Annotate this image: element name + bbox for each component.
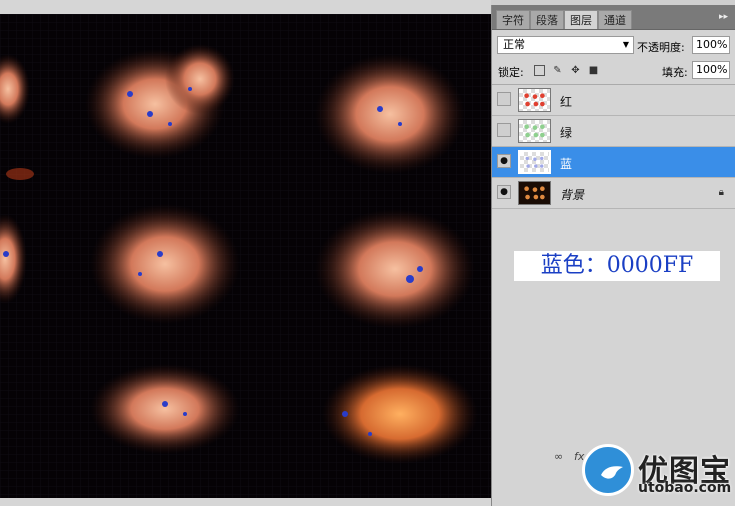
eye-icon[interactable]: ● bbox=[497, 154, 511, 168]
canvas-bottom-strip bbox=[0, 498, 514, 506]
flame bbox=[315, 54, 465, 174]
thumbnail-art bbox=[525, 156, 544, 168]
tab-character[interactable]: 字符 bbox=[496, 10, 530, 29]
blue-pixel bbox=[138, 272, 142, 276]
bird-icon bbox=[601, 466, 623, 479]
blue-pixel bbox=[188, 87, 192, 91]
visibility-toggle[interactable] bbox=[497, 123, 511, 137]
dropdown-arrow-icon: ▼ bbox=[622, 40, 629, 49]
eye-icon[interactable]: ● bbox=[497, 185, 511, 199]
tab-channels[interactable]: 通道 bbox=[598, 10, 632, 29]
flame bbox=[90, 364, 240, 454]
blue-pixel bbox=[127, 91, 133, 97]
layer-thumbnail bbox=[518, 181, 551, 205]
visibility-toggle[interactable] bbox=[497, 92, 511, 106]
canvas-top-strip bbox=[0, 0, 491, 14]
thumbnail-art bbox=[524, 186, 545, 200]
lock-transparency-icon[interactable] bbox=[534, 65, 545, 76]
lock-move-icon[interactable]: ✥ bbox=[570, 65, 581, 76]
layers-panel: 字符 段落 图层 通道 ▸▸ 正常 ▼ 不透明度: 100% 锁定: ✎ ✥ ■… bbox=[491, 5, 735, 506]
flame-artwork bbox=[0, 44, 478, 464]
layer-row-green[interactable]: 绿 bbox=[492, 116, 735, 147]
lock-all-icon[interactable]: ■ bbox=[588, 65, 599, 76]
watermark-url: utobao.com bbox=[638, 480, 732, 496]
blue-pixel bbox=[342, 411, 348, 417]
thumbnail-art bbox=[524, 93, 545, 107]
blue-pixel bbox=[168, 122, 172, 126]
opacity-input[interactable]: 100% bbox=[692, 36, 730, 54]
flame bbox=[6, 168, 34, 180]
layer-list: 红 绿 ● 蓝 ● 背景 🔒︎ bbox=[492, 85, 735, 209]
opacity-label: 不透明度: bbox=[637, 41, 685, 54]
blue-pixel bbox=[157, 251, 163, 257]
lock-fill-row: 锁定: ✎ ✥ ■ 填充: 100% bbox=[492, 60, 735, 85]
blend-opacity-row: 正常 ▼ 不透明度: 100% bbox=[492, 30, 735, 58]
blue-pixel bbox=[183, 412, 187, 416]
flame bbox=[0, 214, 27, 304]
fill-input[interactable]: 100% bbox=[692, 61, 730, 79]
lock-label: 锁定: bbox=[498, 66, 524, 79]
layer-name: 红 bbox=[560, 95, 573, 109]
watermark-logo-icon bbox=[582, 444, 634, 496]
layer-thumbnail bbox=[518, 150, 551, 174]
blue-pixel bbox=[417, 266, 423, 272]
blue-pixel bbox=[377, 106, 383, 112]
flame bbox=[90, 204, 240, 324]
layer-row-blue[interactable]: ● 蓝 bbox=[492, 147, 735, 178]
blue-pixel bbox=[3, 251, 9, 257]
layer-name: 绿 bbox=[560, 126, 573, 140]
tab-layers[interactable]: 图层 bbox=[564, 10, 598, 29]
blue-pixel bbox=[147, 111, 153, 117]
blue-pixel bbox=[398, 122, 402, 126]
tab-paragraph[interactable]: 段落 bbox=[530, 10, 564, 29]
watermark: 优图宝 utobao.com bbox=[580, 442, 735, 506]
blue-pixel bbox=[368, 432, 372, 436]
flame bbox=[315, 209, 475, 329]
fill-label: 填充: bbox=[662, 66, 688, 79]
blend-mode-value: 正常 bbox=[503, 38, 525, 51]
layer-name: 蓝 bbox=[560, 157, 573, 171]
thumbnail-art bbox=[524, 124, 545, 138]
layer-thumbnail bbox=[518, 119, 551, 143]
blend-mode-select[interactable]: 正常 ▼ bbox=[497, 36, 634, 54]
link-layers-icon[interactable]: ∞ bbox=[554, 450, 563, 463]
panel-tab-bar: 字符 段落 图层 通道 ▸▸ bbox=[492, 5, 735, 30]
blue-pixel bbox=[406, 275, 414, 283]
blue-pixel bbox=[162, 401, 168, 407]
layer-row-red[interactable]: 红 bbox=[492, 85, 735, 116]
layer-name: 背景 bbox=[560, 188, 585, 202]
flame bbox=[165, 44, 235, 114]
color-note: 蓝色：0000FF bbox=[514, 251, 720, 281]
layer-row-background[interactable]: ● 背景 🔒︎ bbox=[492, 178, 735, 209]
document-canvas[interactable] bbox=[0, 14, 514, 498]
lock-icon: 🔒︎ bbox=[718, 187, 724, 198]
flame-group bbox=[0, 44, 478, 464]
flame bbox=[0, 54, 30, 124]
panel-menu-icon[interactable]: ▸▸ bbox=[719, 12, 728, 22]
lock-brush-icon[interactable]: ✎ bbox=[552, 65, 563, 76]
layer-thumbnail bbox=[518, 88, 551, 112]
